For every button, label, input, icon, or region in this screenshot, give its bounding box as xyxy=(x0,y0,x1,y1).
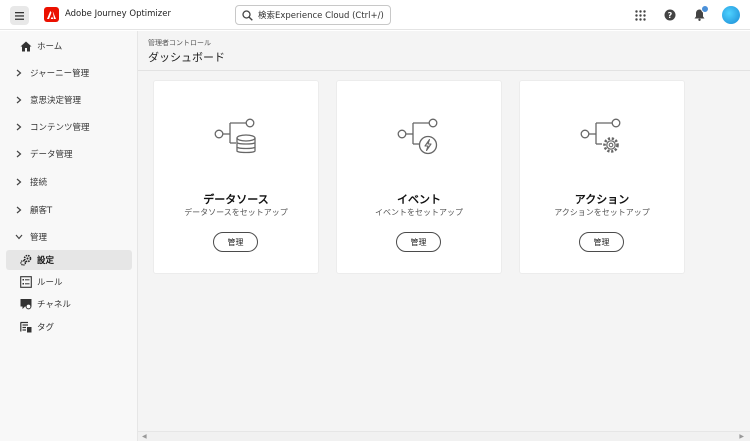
chevron-right-icon xyxy=(14,177,24,187)
sidebar-item-home[interactable]: ホーム xyxy=(0,36,138,56)
sidebar-item-channels[interactable]: チャネル xyxy=(0,294,138,314)
manage-actions-button[interactable]: 管理 xyxy=(579,232,624,252)
sidebar: ホーム ジャーニー管理 意思決定管理 コンテンツ管理 データ管理 接続 顧客T … xyxy=(0,31,138,441)
chevron-right-icon xyxy=(14,68,24,78)
sidebar-item-administration[interactable]: 管理 xyxy=(0,227,138,247)
action-card: アクション アクションをセットアップ 管理 xyxy=(520,81,684,273)
card-title: アクション xyxy=(574,193,630,206)
help-button[interactable]: ? xyxy=(663,8,677,22)
sidebar-item-decision-management[interactable]: 意思決定管理 xyxy=(0,90,138,110)
sidebar-item-label: ホーム xyxy=(37,42,63,52)
gears-icon xyxy=(20,254,32,266)
chevron-right-icon xyxy=(14,122,24,132)
card-subtitle: イベントをセットアップ xyxy=(375,208,463,217)
search-icon xyxy=(242,9,253,21)
datasource-flow-icon xyxy=(214,118,256,154)
chevron-right-icon xyxy=(14,95,24,105)
sidebar-item-connections[interactable]: 接続 xyxy=(0,172,138,192)
app-title[interactable]: Adobe Journey Optimizer xyxy=(65,9,171,19)
tag-list-icon xyxy=(20,321,32,333)
channel-icon xyxy=(20,298,32,310)
search-placeholder: 検索Experience Cloud (Ctrl+/) xyxy=(258,11,384,21)
hamburger-icon xyxy=(15,11,24,20)
apps-grid-icon xyxy=(634,9,646,21)
hamburger-menu-button[interactable] xyxy=(10,6,29,25)
page-header: 管理者コントロール ダッシュボード xyxy=(138,31,750,71)
datasource-card: データソース データソースをセットアップ 管理 xyxy=(154,81,318,273)
adobe-logo[interactable] xyxy=(44,7,59,22)
sidebar-item-label: 管理 xyxy=(30,233,48,243)
apps-button[interactable] xyxy=(633,8,647,22)
chevron-right-icon xyxy=(14,149,24,159)
card-subtitle: データソースをセットアップ xyxy=(184,208,288,217)
adobe-logo-icon xyxy=(47,10,56,19)
search-input[interactable]: 検索Experience Cloud (Ctrl+/) xyxy=(235,5,391,25)
sidebar-item-customers[interactable]: 顧客T xyxy=(0,200,138,220)
svg-text:?: ? xyxy=(668,11,673,20)
card-title: データソース xyxy=(203,193,269,206)
sidebar-item-label: コンテンツ管理 xyxy=(30,123,90,133)
avatar[interactable] xyxy=(722,6,740,24)
action-flow-icon xyxy=(580,118,621,153)
card-subtitle: アクションをセットアップ xyxy=(554,208,650,217)
chevron-right-icon xyxy=(14,205,24,215)
sidebar-item-label: タグ xyxy=(37,323,55,333)
sidebar-item-label: データ管理 xyxy=(30,150,73,160)
breadcrumb[interactable]: 管理者コントロール xyxy=(148,38,211,48)
sidebar-item-label: 顧客T xyxy=(30,206,53,216)
sidebar-item-rules[interactable]: ルール xyxy=(0,272,138,292)
rules-icon xyxy=(20,276,32,288)
event-flow-icon xyxy=(397,118,438,155)
chevron-down-icon xyxy=(14,232,24,242)
scroll-left-icon[interactable]: ◀ xyxy=(142,433,147,440)
sidebar-item-tags[interactable]: タグ xyxy=(0,317,138,337)
sidebar-item-label: チャネル xyxy=(37,300,71,310)
home-icon xyxy=(20,40,32,52)
sidebar-item-settings[interactable]: 設定 xyxy=(6,250,132,270)
sidebar-item-label: 意思決定管理 xyxy=(30,96,82,106)
sidebar-item-label: ジャーニー管理 xyxy=(30,69,90,79)
top-bar: Adobe Journey Optimizer 検索Experience Clo… xyxy=(0,0,750,30)
manage-events-button[interactable]: 管理 xyxy=(396,232,441,252)
event-card: イベント イベントをセットアップ 管理 xyxy=(337,81,501,273)
scroll-right-icon[interactable]: ▶ xyxy=(739,433,744,440)
sidebar-item-content-management[interactable]: コンテンツ管理 xyxy=(0,117,138,137)
page-title: ダッシュボード xyxy=(148,51,225,64)
help-icon: ? xyxy=(664,9,676,21)
horizontal-scrollbar[interactable]: ◀ ▶ xyxy=(138,431,750,441)
card-title: イベント xyxy=(397,193,441,206)
sidebar-item-data-management[interactable]: データ管理 xyxy=(0,144,138,164)
notification-badge xyxy=(701,5,709,13)
manage-datasource-button[interactable]: 管理 xyxy=(213,232,258,252)
sidebar-item-label: ルール xyxy=(37,278,63,288)
notifications-button[interactable] xyxy=(692,5,709,22)
sidebar-item-label: 接続 xyxy=(30,178,48,188)
main-content: 管理者コントロール ダッシュボード データソース データソースをセットアップ 管… xyxy=(138,31,750,441)
sidebar-item-label: 設定 xyxy=(37,256,55,266)
sidebar-item-journey-management[interactable]: ジャーニー管理 xyxy=(0,63,138,83)
